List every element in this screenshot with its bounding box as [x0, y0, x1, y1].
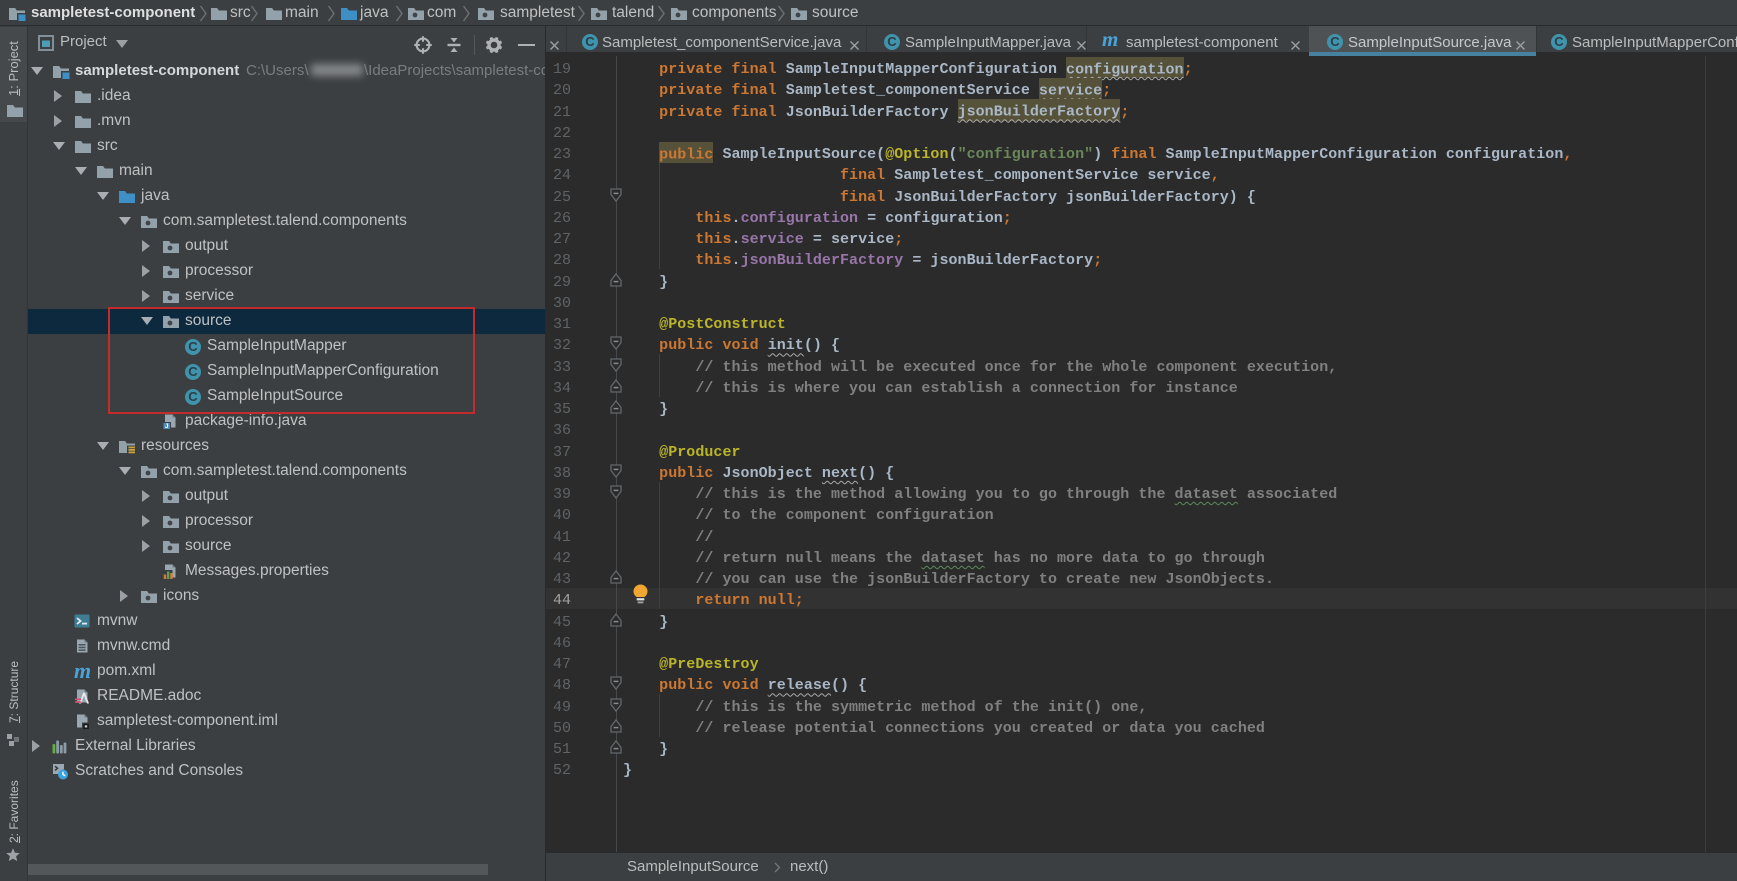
- svg-text:C: C: [1330, 34, 1340, 49]
- svg-text:C: C: [585, 34, 595, 49]
- svg-text:C: C: [887, 34, 897, 49]
- svg-text:C: C: [1554, 34, 1564, 49]
- svg-text:J: J: [165, 423, 169, 429]
